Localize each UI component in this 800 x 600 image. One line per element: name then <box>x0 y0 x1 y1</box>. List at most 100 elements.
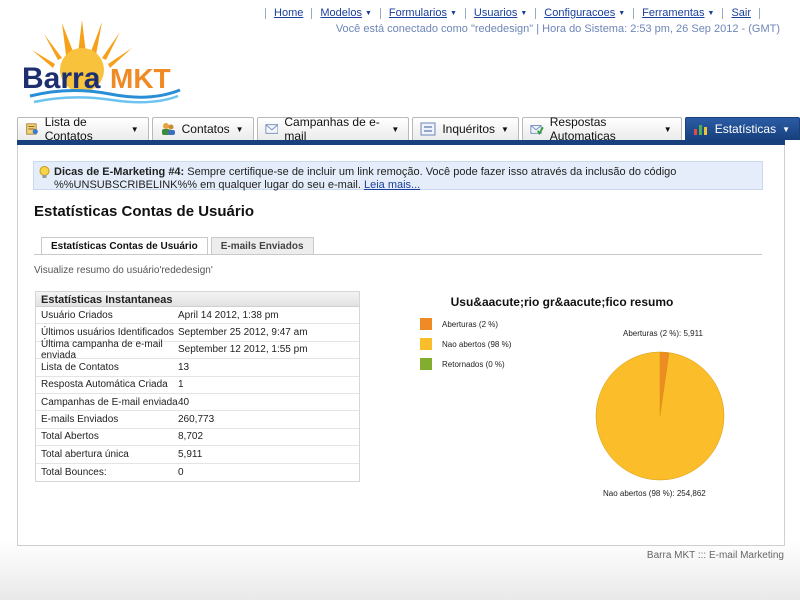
nav-home-link[interactable]: Home <box>274 7 303 19</box>
pie-slice <box>595 351 725 481</box>
subtab-divider <box>34 254 762 255</box>
stat-label: Última campanha de e-mail enviada <box>41 338 163 361</box>
tab-label: Inquéritos <box>442 122 496 136</box>
logo-text-mkt: MKT <box>110 63 171 94</box>
nav-formularios-link[interactable]: Formularios <box>389 7 447 19</box>
stat-value: 13 <box>178 361 190 373</box>
tab-lista-de-contatos[interactable]: Lista de Contatos ▼ <box>17 115 149 143</box>
nav-separator <box>265 7 267 19</box>
table-row: Última campanha de e-mail enviada Septemb… <box>36 338 359 361</box>
slice-data-label: Aberturas (2 %): 5,911 <box>623 329 703 338</box>
tab-label: Lista de Contatos <box>44 115 93 143</box>
stat-value: September 25 2012, 9:47 am <box>178 327 308 339</box>
page-title: Estatísticas Contas de Usuário <box>34 203 255 220</box>
top-navigation: Home Modelos ▼ Formularios ▼ Usuarios ▼ Con… <box>257 7 768 19</box>
stats-header: Estatísticas Instantaneas <box>36 291 359 307</box>
chevron-down-icon[interactable]: ▼ <box>708 10 715 17</box>
stat-value: 8,702 <box>178 431 204 443</box>
envelope-icon <box>265 124 278 134</box>
logo[interactable]: Barra MKT <box>20 14 190 106</box>
pie-chart-svg: Usu&aacute;rio gr&aacute;fico resumo Abe… <box>420 295 725 498</box>
stat-value: 40 <box>178 396 190 408</box>
chart-title: Usu&aacute;rio gr&aacute;fico resumo <box>451 295 674 309</box>
legend-swatch <box>420 318 432 330</box>
nav-separator <box>311 7 313 19</box>
legend-swatch <box>420 358 432 370</box>
stat-label: Campanhas de E-mail enviada <box>41 396 178 408</box>
stat-label: Usuário Criados <box>41 309 113 321</box>
session-status: Você está conectado como "rededesign" | … <box>335 23 780 35</box>
tab-campanhas-de-email[interactable]: Campanhas de e-mail ▼ <box>256 115 410 143</box>
table-row: Usuário Criados April 14 2012, 1:38 pm <box>36 307 359 325</box>
contact-list-icon <box>26 123 38 135</box>
chart-legend: Aberturas (2 %) Nao abertos (98 %) Retorna… <box>420 318 512 370</box>
chevron-down-icon[interactable]: ▼ <box>131 125 139 134</box>
table-row: Lista de Contatos 13 <box>36 359 359 377</box>
chevron-down-icon[interactable]: ▼ <box>365 10 372 17</box>
tip-title: Dicas de E-Marketing #4: <box>54 166 185 178</box>
lightbulb-icon <box>39 166 50 178</box>
chevron-down-icon[interactable]: ▼ <box>236 125 244 134</box>
legend-swatch <box>420 338 432 350</box>
legend-label: Aberturas (2 %) <box>442 320 498 329</box>
tab-contatos[interactable]: Contatos ▼ <box>151 117 254 140</box>
nav-ferramentas-link[interactable]: Ferramentas <box>642 7 704 19</box>
stat-value: April 14 2012, 1:38 pm <box>178 309 279 321</box>
instant-stats-table: Estatísticas Instantaneas Usuário Criado… <box>35 291 360 482</box>
sub-tabs: Estatísticas Contas de Usuário E-mails E… <box>41 237 314 255</box>
nav-separator <box>379 7 381 19</box>
table-row: Resposta Automática Criada 1 <box>36 377 359 394</box>
survey-icon <box>420 122 436 136</box>
nav-separator <box>722 7 724 19</box>
tab-label: Estatísticas <box>714 122 777 136</box>
stat-value: 1 <box>178 379 184 391</box>
read-more-link[interactable]: Leia mais... <box>364 179 420 191</box>
stat-label: Total Abertos <box>41 431 99 443</box>
subtab-user-stats[interactable]: Estatísticas Contas de Usuário <box>41 237 208 255</box>
table-row: E-mails Enviados 260,773 <box>36 411 359 429</box>
table-row: Total Abertos 8,702 <box>36 429 359 447</box>
nav-configuracoes-link[interactable]: Configuracoes <box>544 7 615 19</box>
stat-label: Total Bounces: <box>41 466 107 478</box>
nav-usuarios-link[interactable]: Usuarios <box>474 7 517 19</box>
logo-graphic: Barra MKT <box>22 20 181 104</box>
stat-label: Lista de Contatos <box>41 361 119 373</box>
tab-label: Respostas Automaticas <box>549 115 616 143</box>
chevron-down-icon[interactable]: ▼ <box>501 125 509 134</box>
tab-label: Contatos <box>181 122 230 136</box>
tab-inqueritos[interactable]: Inquéritos ▼ <box>412 117 519 140</box>
footer-text: Barra MKT ::: E-mail Marketing <box>646 550 784 561</box>
tab-estatisticas[interactable]: Estatísticas ▼ <box>684 117 800 140</box>
chevron-down-icon[interactable]: ▼ <box>618 10 625 17</box>
stat-value: 0 <box>178 466 184 478</box>
autoresponder-icon <box>530 125 544 135</box>
stat-value: 5,911 <box>178 448 203 460</box>
slice-data-label: Nao abertos (98 %): 254,862 <box>603 489 706 498</box>
chevron-down-icon[interactable]: ▼ <box>782 125 790 134</box>
table-row: Total abertura única 5,911 <box>36 446 359 464</box>
chart-slices <box>595 351 725 481</box>
chevron-down-icon[interactable]: ▼ <box>391 125 399 134</box>
nav-modelos-link[interactable]: Modelos <box>320 7 362 19</box>
stat-value: September 12 2012, 1:55 pm <box>178 344 308 356</box>
chevron-down-icon[interactable]: ▼ <box>450 10 457 17</box>
chevron-down-icon[interactable]: ▼ <box>664 125 672 134</box>
nav-separator <box>633 7 635 19</box>
nav-separator <box>535 7 537 19</box>
stat-value: 260,773 <box>178 414 215 426</box>
tab-respostas-automaticas[interactable]: Respostas Automaticas ▼ <box>521 115 682 143</box>
chevron-down-icon[interactable]: ▼ <box>520 10 527 17</box>
table-row: Campanhas de E-mail enviada 40 <box>36 394 359 412</box>
subtab-emails-sent[interactable]: E-mails Enviados <box>210 237 314 254</box>
marketing-tip: Dicas de E-Marketing #4: Sempre certifiq… <box>33 161 763 191</box>
legend-label: Retornados (0 %) <box>442 360 505 369</box>
content-panel: Dicas de E-Marketing #4: Sempre certifiq… <box>17 145 785 546</box>
table-row: Total Bounces: 0 <box>36 464 359 481</box>
stat-label: Total abertura única <box>41 448 129 460</box>
legend-label: Nao abertos (98 %) <box>442 340 512 349</box>
nav-sair-link[interactable]: Sair <box>731 7 751 19</box>
stat-label: E-mails Enviados <box>41 414 119 426</box>
bar-chart-icon <box>693 125 707 135</box>
stat-label: Últimos usuários Identificados <box>41 327 174 339</box>
nav-separator <box>464 7 466 19</box>
